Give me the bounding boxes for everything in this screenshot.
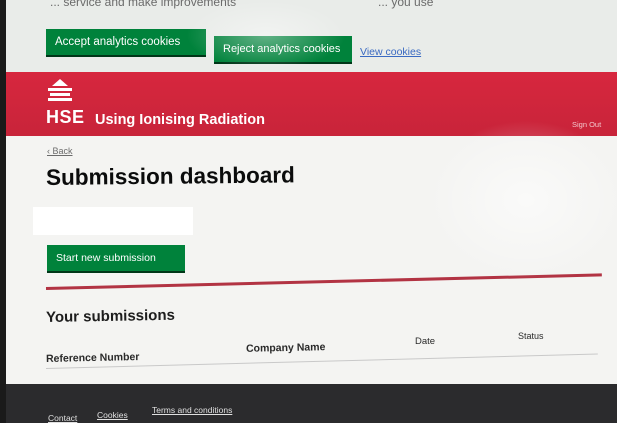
cookie-banner-text-end: ... you use — [378, 0, 434, 9]
accept-analytics-cookies-button[interactable]: Accept analytics cookies — [46, 29, 206, 55]
cookie-banner-text: ... service and make improvements — [50, 0, 237, 9]
browser-screen: ... service and make improvements ... yo… — [6, 0, 617, 423]
site-header: HSE Using Ionising Radiation Sign Out — [6, 72, 617, 136]
start-new-submission-button[interactable]: Start new submission — [47, 245, 185, 271]
footer-terms-link[interactable]: Terms and conditions — [152, 405, 232, 415]
column-header-company: Company Name — [245, 341, 326, 355]
hse-logo-icon — [48, 79, 72, 101]
back-link-label: Back — [52, 146, 73, 156]
footer-cookies-link[interactable]: Cookies — [97, 410, 128, 420]
hse-logo-text[interactable]: HSE — [46, 107, 85, 128]
cookie-banner: ... service and make improvements ... yo… — [6, 0, 617, 72]
back-link[interactable]: ‹ Back — [47, 146, 73, 156]
sign-out-link[interactable]: Sign Out — [572, 120, 601, 129]
submissions-heading: Your submissions — [45, 306, 176, 326]
column-header-reference: Reference Number — [45, 351, 140, 365]
page-title: Submission dashboard — [45, 162, 295, 190]
column-header-date: Date — [415, 336, 436, 347]
section-divider — [45, 273, 602, 290]
reject-analytics-cookies-button[interactable]: Reject analytics cookies — [214, 36, 352, 62]
redacted-block — [33, 207, 193, 235]
site-footer: Contact Cookies Terms and conditions — [6, 384, 617, 423]
service-name[interactable]: Using Ionising Radiation — [95, 112, 265, 128]
column-header-status: Status — [518, 331, 544, 341]
footer-contact-link[interactable]: Contact — [48, 413, 77, 423]
screen-glare — [426, 120, 617, 280]
view-cookies-link[interactable]: View cookies — [360, 46, 421, 58]
